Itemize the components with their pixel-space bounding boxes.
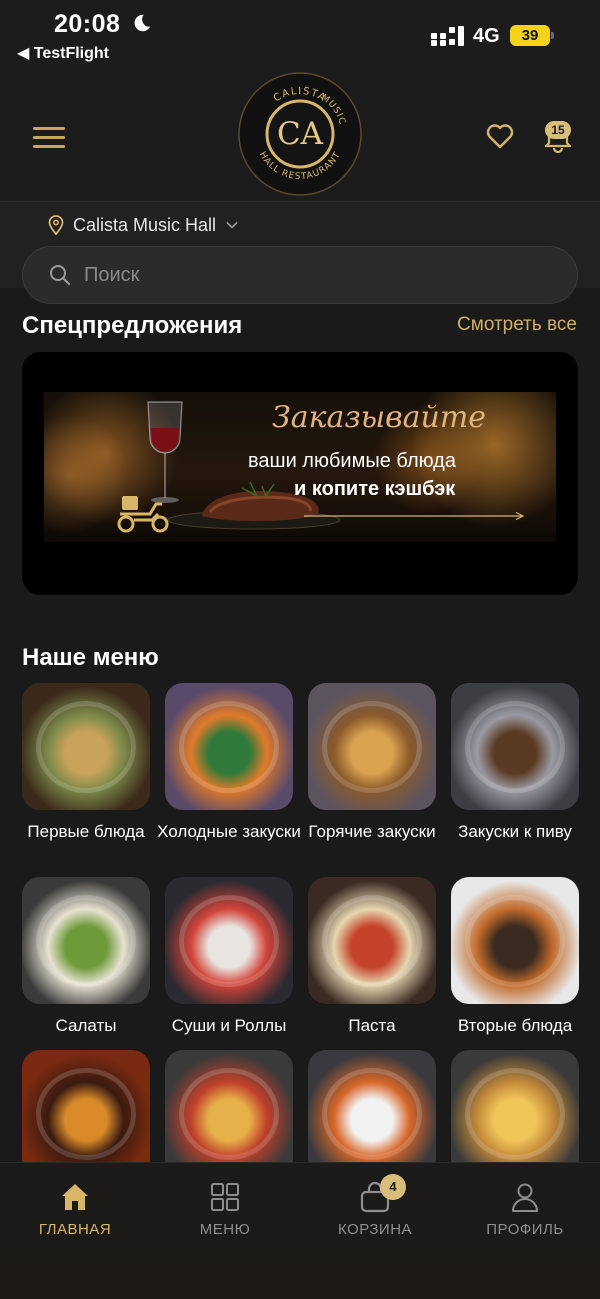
network-label: 4G <box>473 25 500 47</box>
search-field[interactable] <box>22 246 578 304</box>
menu-category-image <box>22 683 150 810</box>
promo-banner-image: Заказывайте ваши любимые блюда и копите … <box>44 392 556 542</box>
promo-line-3: и копите кэшбэк <box>294 478 456 500</box>
promo-headline: Заказывайте <box>272 400 487 435</box>
promo-banner[interactable]: Заказывайте ваши любимые блюда и копите … <box>22 352 578 595</box>
location-label: Calista Music Hall <box>73 214 217 235</box>
tab-bar: ГЛАВНАЯ МЕНЮ КОРЗИНА ПРОФИЛЬ <box>0 1162 600 1299</box>
menu-category-card[interactable]: Первые блюда <box>22 683 150 842</box>
menu-category-name: Суши и Роллы <box>171 1016 287 1035</box>
arrow-right-icon <box>304 512 525 520</box>
menu-category-image <box>165 877 293 1004</box>
signal-icon <box>431 26 464 46</box>
dish-plate <box>179 701 279 793</box>
delivery-scooter-icon <box>117 496 169 533</box>
dish-plate <box>179 1068 279 1160</box>
tab-menu[interactable]: МЕНЮ <box>150 1181 300 1238</box>
menu-category-card[interactable]: Холодные закуски <box>157 683 301 842</box>
menu-title: Наше меню <box>22 644 159 671</box>
menu-category-name: Вторые блюда <box>457 1016 573 1035</box>
tab-profile-label: ПРОФИЛЬ <box>486 1221 564 1238</box>
promo-line-2: ваши любимые блюда <box>248 450 456 472</box>
menu-category-name: Паста <box>348 1016 396 1035</box>
search-input[interactable] <box>84 263 524 287</box>
tab-cart[interactable]: КОРЗИНА <box>300 1181 450 1238</box>
tab-profile[interactable]: ПРОФИЛЬ <box>450 1181 600 1238</box>
menu-category-name: Первые блюда <box>27 822 145 841</box>
notifications-bell-button[interactable]: 15 <box>543 119 573 154</box>
back-to-testflight-link[interactable]: ◀ TestFlight <box>17 43 109 63</box>
tab-menu-label: МЕНЮ <box>199 1221 251 1238</box>
menu-category-card[interactable]: Паста <box>308 877 436 1036</box>
tab-cart-label: КОРЗИНА <box>337 1221 413 1238</box>
menu-category-name: Холодные закуски <box>157 822 301 841</box>
menu-category-name: Горячие закуски <box>308 822 436 841</box>
dish-plate <box>36 1068 136 1160</box>
menu-category-card[interactable]: Вторые блюда <box>451 877 579 1036</box>
menu-category-image <box>165 683 293 810</box>
battery-tip <box>551 32 554 39</box>
dish-plate <box>322 895 422 987</box>
dish-plate <box>322 1068 422 1160</box>
status-time: 20:08 <box>54 10 121 38</box>
cart-count-badge: 4 <box>380 1174 406 1200</box>
menu-category-image <box>308 683 436 810</box>
dish-plate <box>36 701 136 793</box>
calista-logo: CA CALISTA MUSIC HALL RESTAURANT <box>238 72 362 196</box>
user-icon <box>512 1183 538 1212</box>
dish-plate <box>322 701 422 793</box>
menu-category-card[interactable]: Горячие закуски <box>308 683 436 842</box>
chevron-down-icon <box>226 221 238 229</box>
dish-plate <box>36 895 136 987</box>
location-pin-icon <box>48 215 64 235</box>
menu-category-image <box>165 1050 293 1177</box>
menu-category-image <box>451 683 579 810</box>
menu-burger-button[interactable] <box>33 127 65 149</box>
tab-home-label: ГЛАВНАЯ <box>38 1221 112 1238</box>
location-selector[interactable]: Calista Music Hall <box>48 213 238 237</box>
menu-category-card[interactable]: Салаты <box>22 877 150 1036</box>
tab-home[interactable]: ГЛАВНАЯ <box>0 1181 150 1238</box>
menu-category-image <box>22 1050 150 1177</box>
battery-level: 39 <box>510 25 550 46</box>
menu-category-card[interactable]: Суши и Роллы <box>165 877 293 1036</box>
home-icon <box>62 1184 88 1210</box>
menu-category-image <box>308 1050 436 1177</box>
dish-plate <box>465 895 565 987</box>
notifications-badge: 15 <box>545 121 571 139</box>
menu-category-name: Салаты <box>55 1016 117 1035</box>
menu-category-image <box>308 877 436 1004</box>
see-all-link[interactable]: Смотреть все <box>457 314 577 336</box>
menu-category-card[interactable]: Закуски к пиву <box>451 683 579 842</box>
menu-category-name: Закуски к пиву <box>458 822 572 841</box>
menu-category-image <box>451 1050 579 1177</box>
app-header: CA CALISTA MUSIC HALL RESTAURANT 15 <box>0 66 600 202</box>
moon-icon <box>134 14 151 32</box>
dish-plate <box>465 701 565 793</box>
menu-category-image <box>451 877 579 1004</box>
battery-indicator: 39 <box>510 25 554 46</box>
grid-icon <box>211 1183 239 1211</box>
dish-plate <box>465 1068 565 1160</box>
search-icon <box>50 265 71 286</box>
status-bar: 20:08 ◀ TestFlight 4G 39 <box>0 0 600 66</box>
favorites-heart-icon[interactable] <box>486 123 514 149</box>
logo-monogram: CA <box>277 116 324 152</box>
dish-plate <box>179 895 279 987</box>
menu-category-image <box>22 877 150 1004</box>
specials-title: Спецпредложения <box>22 312 243 339</box>
